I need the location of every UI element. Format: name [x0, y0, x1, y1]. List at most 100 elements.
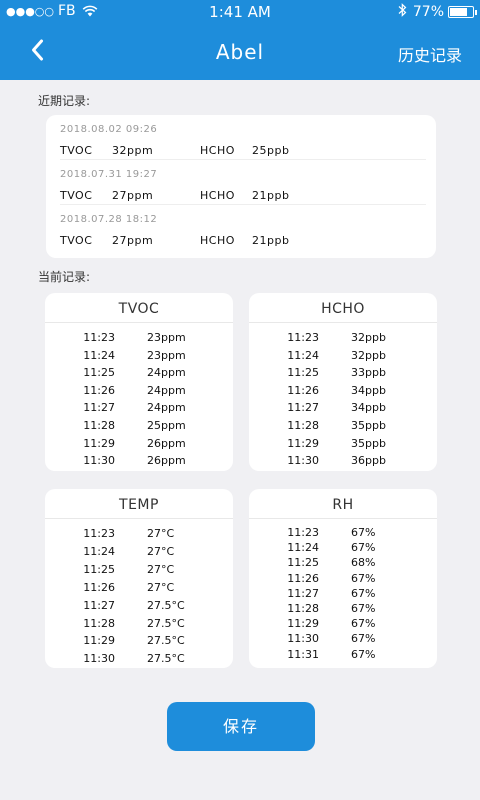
row-value: 33ppb [351, 366, 386, 380]
row-time: 11:24 [287, 348, 319, 362]
tvoc-label: TVOC [60, 234, 93, 247]
tvoc-label: TVOC [60, 189, 93, 202]
row-value: 27.5°C [147, 616, 185, 630]
hcho-card-title: HCHO [249, 301, 437, 323]
row-time: 11:29 [287, 436, 319, 450]
recent-record-item[interactable]: 2018.07.31 19:27 TVOC 27ppm HCHO 21ppb [60, 160, 426, 205]
row-value: 67% [351, 571, 376, 585]
rh-card: RH 11:23 67% 11:24 67% 11:25 68% 11:26 67% 1… [249, 489, 437, 668]
tvoc-row: 11:25 24ppm [45, 364, 233, 382]
row-value: 36ppb [351, 454, 386, 468]
row-value: 27°C [147, 562, 175, 576]
row-value: 27.5°C [147, 652, 185, 666]
recent-record-date: 2018.07.28 18:12 [60, 214, 158, 225]
temp-row: 11:27 27.5°C [45, 597, 233, 615]
row-time: 11:28 [287, 602, 319, 616]
row-value: 35ppb [351, 436, 386, 450]
row-value: 27°C [147, 544, 175, 558]
temp-row: 11:29 27.5°C [45, 632, 233, 650]
tvoc-row: 11:23 23ppm [45, 329, 233, 347]
tvoc-row: 11:26 24ppm [45, 382, 233, 400]
row-time: 11:23 [83, 527, 115, 540]
hcho-label: HCHO [200, 189, 235, 202]
row-value: 26ppm [147, 454, 186, 468]
save-button[interactable]: 保存 [167, 702, 315, 751]
row-time: 11:26 [83, 580, 115, 594]
recent-records-card: 2018.08.02 09:26 TVOC 32ppm HCHO 25ppb 2… [46, 115, 436, 258]
hcho-value: 25ppb [252, 144, 290, 157]
hcho-rows: 11:23 32ppb 11:24 32ppb 11:25 33ppb 11:26 34… [249, 323, 437, 470]
row-time: 11:26 [83, 383, 115, 397]
row-value: 25ppm [147, 418, 186, 432]
temp-row: 11:26 27°C [45, 579, 233, 597]
row-value: 26ppm [147, 436, 186, 450]
recent-record-values: TVOC 27ppm HCHO 21ppb [60, 234, 426, 247]
row-time: 11:25 [287, 556, 319, 570]
row-time: 11:24 [287, 541, 319, 555]
hcho-row: 11:24 32ppb [249, 347, 437, 365]
recent-record-date: 2018.08.02 09:26 [60, 124, 158, 135]
row-time: 11:26 [287, 383, 319, 397]
tvoc-row: 11:27 24ppm [45, 399, 233, 417]
recent-record-item[interactable]: 2018.08.02 09:26 TVOC 32ppm HCHO 25ppb [60, 115, 426, 160]
back-button[interactable] [30, 38, 54, 66]
row-value: 34ppb [351, 401, 386, 415]
recent-record-values: TVOC 32ppm HCHO 25ppb [60, 144, 426, 157]
tvoc-row: 11:24 23ppm [45, 347, 233, 365]
current-section-label: 当前记录: [38, 270, 91, 284]
row-time: 11:25 [83, 366, 115, 380]
recent-record-item[interactable]: 2018.07.28 18:12 TVOC 27ppm HCHO 21ppb [60, 205, 426, 250]
row-time: 11:30 [287, 454, 319, 468]
battery-percent: 77% [412, 4, 444, 20]
row-value: 27°C [147, 580, 175, 594]
row-value: 27.5°C [147, 634, 185, 648]
tvoc-label: TVOC [60, 144, 93, 157]
recent-record-date: 2018.07.31 19:27 [60, 169, 158, 180]
tvoc-card-title: TVOC [45, 301, 233, 323]
hcho-value: 21ppb [252, 234, 290, 247]
row-time: 11:29 [83, 634, 115, 648]
row-value: 24ppm [147, 366, 186, 380]
row-value: 67% [351, 526, 376, 539]
row-value: 35ppb [351, 418, 386, 432]
row-time: 11:26 [287, 571, 319, 585]
hcho-value: 21ppb [252, 189, 290, 202]
row-time: 11:29 [287, 617, 319, 631]
chevron-left-icon [32, 39, 43, 61]
rh-row: 11:27 67% [249, 586, 437, 601]
history-button[interactable]: 历史记录 [398, 42, 462, 66]
row-time: 11:31 [287, 647, 319, 661]
temp-row: 11:28 27.5°C [45, 615, 233, 633]
row-value: 24ppm [147, 383, 186, 397]
tvoc-card: TVOC 11:23 23ppm 11:24 23ppm 11:25 24ppm 11… [45, 293, 233, 471]
rh-rows: 11:23 67% 11:24 67% 11:25 68% 11:26 67% 11:2… [249, 519, 437, 662]
temp-rows: 11:23 27°C 11:24 27°C 11:25 27°C 11:26 27°C … [45, 519, 233, 668]
row-time: 11:27 [287, 401, 319, 415]
status-right: 77% [398, 3, 477, 21]
hcho-row: 11:30 36ppb [249, 452, 437, 470]
tvoc-row: 11:29 26ppm [45, 435, 233, 453]
tvoc-value: 32ppm [112, 144, 154, 157]
rh-card-title: RH [249, 497, 437, 519]
status-bar: ●●●○○ FB 1:41 AM 77% [0, 0, 480, 24]
row-time: 11:28 [287, 418, 319, 432]
row-value: 24ppm [147, 401, 186, 415]
temp-row: 11:25 27°C [45, 561, 233, 579]
tvoc-row: 11:30 26ppm [45, 452, 233, 470]
temp-row: 11:24 27°C [45, 543, 233, 561]
row-time: 11:30 [287, 632, 319, 646]
hcho-row: 11:29 35ppb [249, 435, 437, 453]
rh-row: 11:31 67% [249, 647, 437, 662]
tvoc-value: 27ppm [112, 189, 154, 202]
hcho-card: HCHO 11:23 32ppb 11:24 32ppb 11:25 33ppb 11… [249, 293, 437, 471]
row-time: 11:29 [83, 436, 115, 450]
row-value: 67% [351, 617, 376, 631]
row-value: 67% [351, 541, 376, 555]
row-time: 11:23 [287, 331, 319, 344]
row-time: 11:28 [83, 616, 115, 630]
app-header: ●●●○○ FB 1:41 AM 77% Abel 历史记录 [0, 0, 480, 80]
rh-row: 11:28 67% [249, 601, 437, 616]
row-time: 11:27 [287, 586, 319, 600]
row-time: 11:27 [83, 598, 115, 612]
battery-icon [448, 6, 477, 18]
